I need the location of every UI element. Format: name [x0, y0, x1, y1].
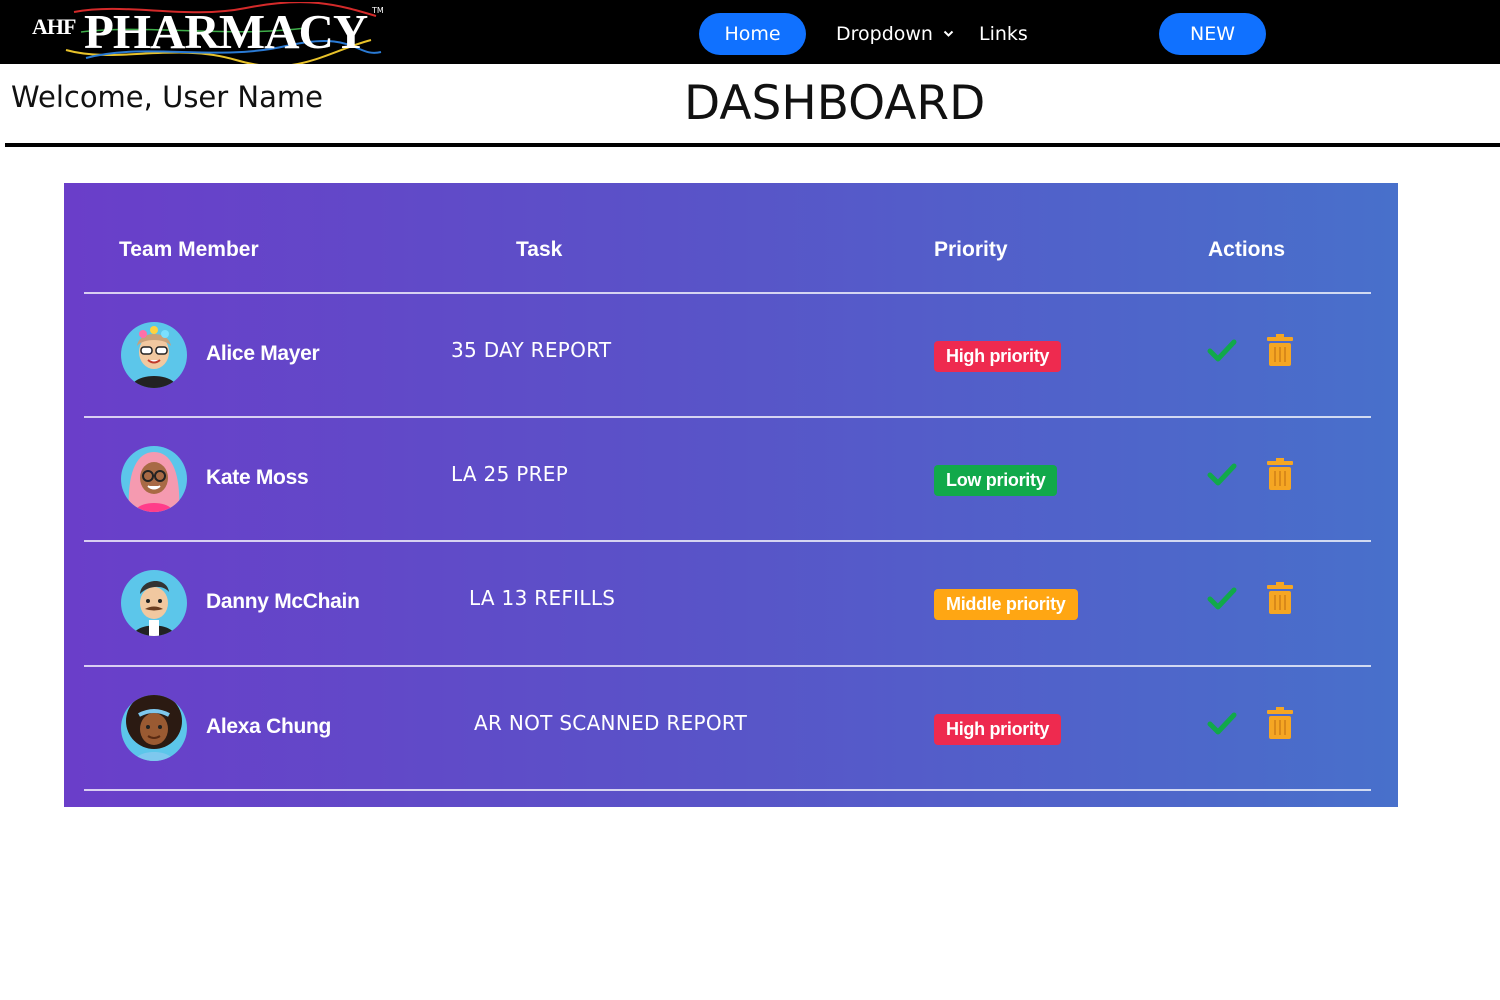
avatar-alice: [121, 322, 187, 388]
logo-ahf-text: AHF: [32, 14, 76, 39]
avatar-danny: [121, 570, 187, 636]
check-icon[interactable]: [1207, 462, 1237, 493]
table-row: Alexa Chung AR NOT SCANNED REPORT High p…: [64, 667, 1398, 791]
task-name: 35 DAY REPORT: [451, 338, 612, 362]
column-header-actions: Actions: [1208, 238, 1286, 261]
priority-badge: High priority: [934, 341, 1062, 372]
trash-icon[interactable]: [1267, 334, 1293, 371]
table-row: Alice Mayer 35 DAY REPORT High priority: [64, 294, 1398, 418]
ahf-pharmacy-logo[interactable]: AHF PHARMACY TM: [26, 2, 386, 64]
team-member-name: Danny McChain: [206, 590, 360, 613]
welcome-message: Welcome, User Name: [11, 80, 323, 114]
task-name: LA 25 PREP: [451, 462, 569, 486]
column-header-team-member: Team Member: [119, 238, 259, 261]
avatar-alexa: [121, 695, 187, 761]
column-header-priority: Priority: [934, 238, 1008, 261]
trash-icon[interactable]: [1267, 707, 1293, 744]
table-row: Danny McChain LA 13 REFILLS Middle prior…: [64, 542, 1398, 666]
check-icon[interactable]: [1207, 711, 1237, 742]
chevron-down-icon: [943, 11, 954, 53]
check-icon[interactable]: [1207, 338, 1237, 369]
team-member-name: Kate Moss: [206, 466, 309, 489]
column-header-task: Task: [516, 238, 563, 261]
team-member-name: Alice Mayer: [206, 342, 320, 365]
check-icon[interactable]: [1207, 586, 1237, 617]
trash-icon[interactable]: [1267, 582, 1293, 619]
nav-dropdown-label: Dropdown: [836, 23, 933, 45]
top-navbar: AHF PHARMACY TM Home Dropdown Links NEW: [0, 0, 1500, 64]
table-row: Kate Moss LA 25 PREP Low priority: [64, 418, 1398, 542]
task-name: AR NOT SCANNED REPORT: [474, 711, 748, 735]
task-name: LA 13 REFILLS: [469, 586, 616, 610]
logo-pharmacy-text: PHARMACY: [84, 4, 368, 59]
nav-dropdown-menu[interactable]: Dropdown: [836, 13, 954, 55]
logo-trademark: TM: [372, 6, 384, 15]
table-divider: [84, 789, 1371, 791]
nav-links-link[interactable]: Links: [979, 13, 1028, 55]
priority-badge: High priority: [934, 714, 1062, 745]
priority-badge: Middle priority: [934, 589, 1078, 620]
trash-icon[interactable]: [1267, 458, 1293, 495]
team-member-name: Alexa Chung: [206, 715, 332, 738]
priority-badge: Low priority: [934, 465, 1058, 496]
page-title: DASHBOARD: [684, 76, 986, 131]
header-divider: [5, 143, 1500, 147]
avatar-kate: [121, 446, 187, 512]
nav-new-button[interactable]: NEW: [1159, 13, 1266, 55]
nav-home-button[interactable]: Home: [699, 13, 806, 55]
task-table-panel: Team Member Task Priority Actions Alice …: [64, 183, 1398, 807]
